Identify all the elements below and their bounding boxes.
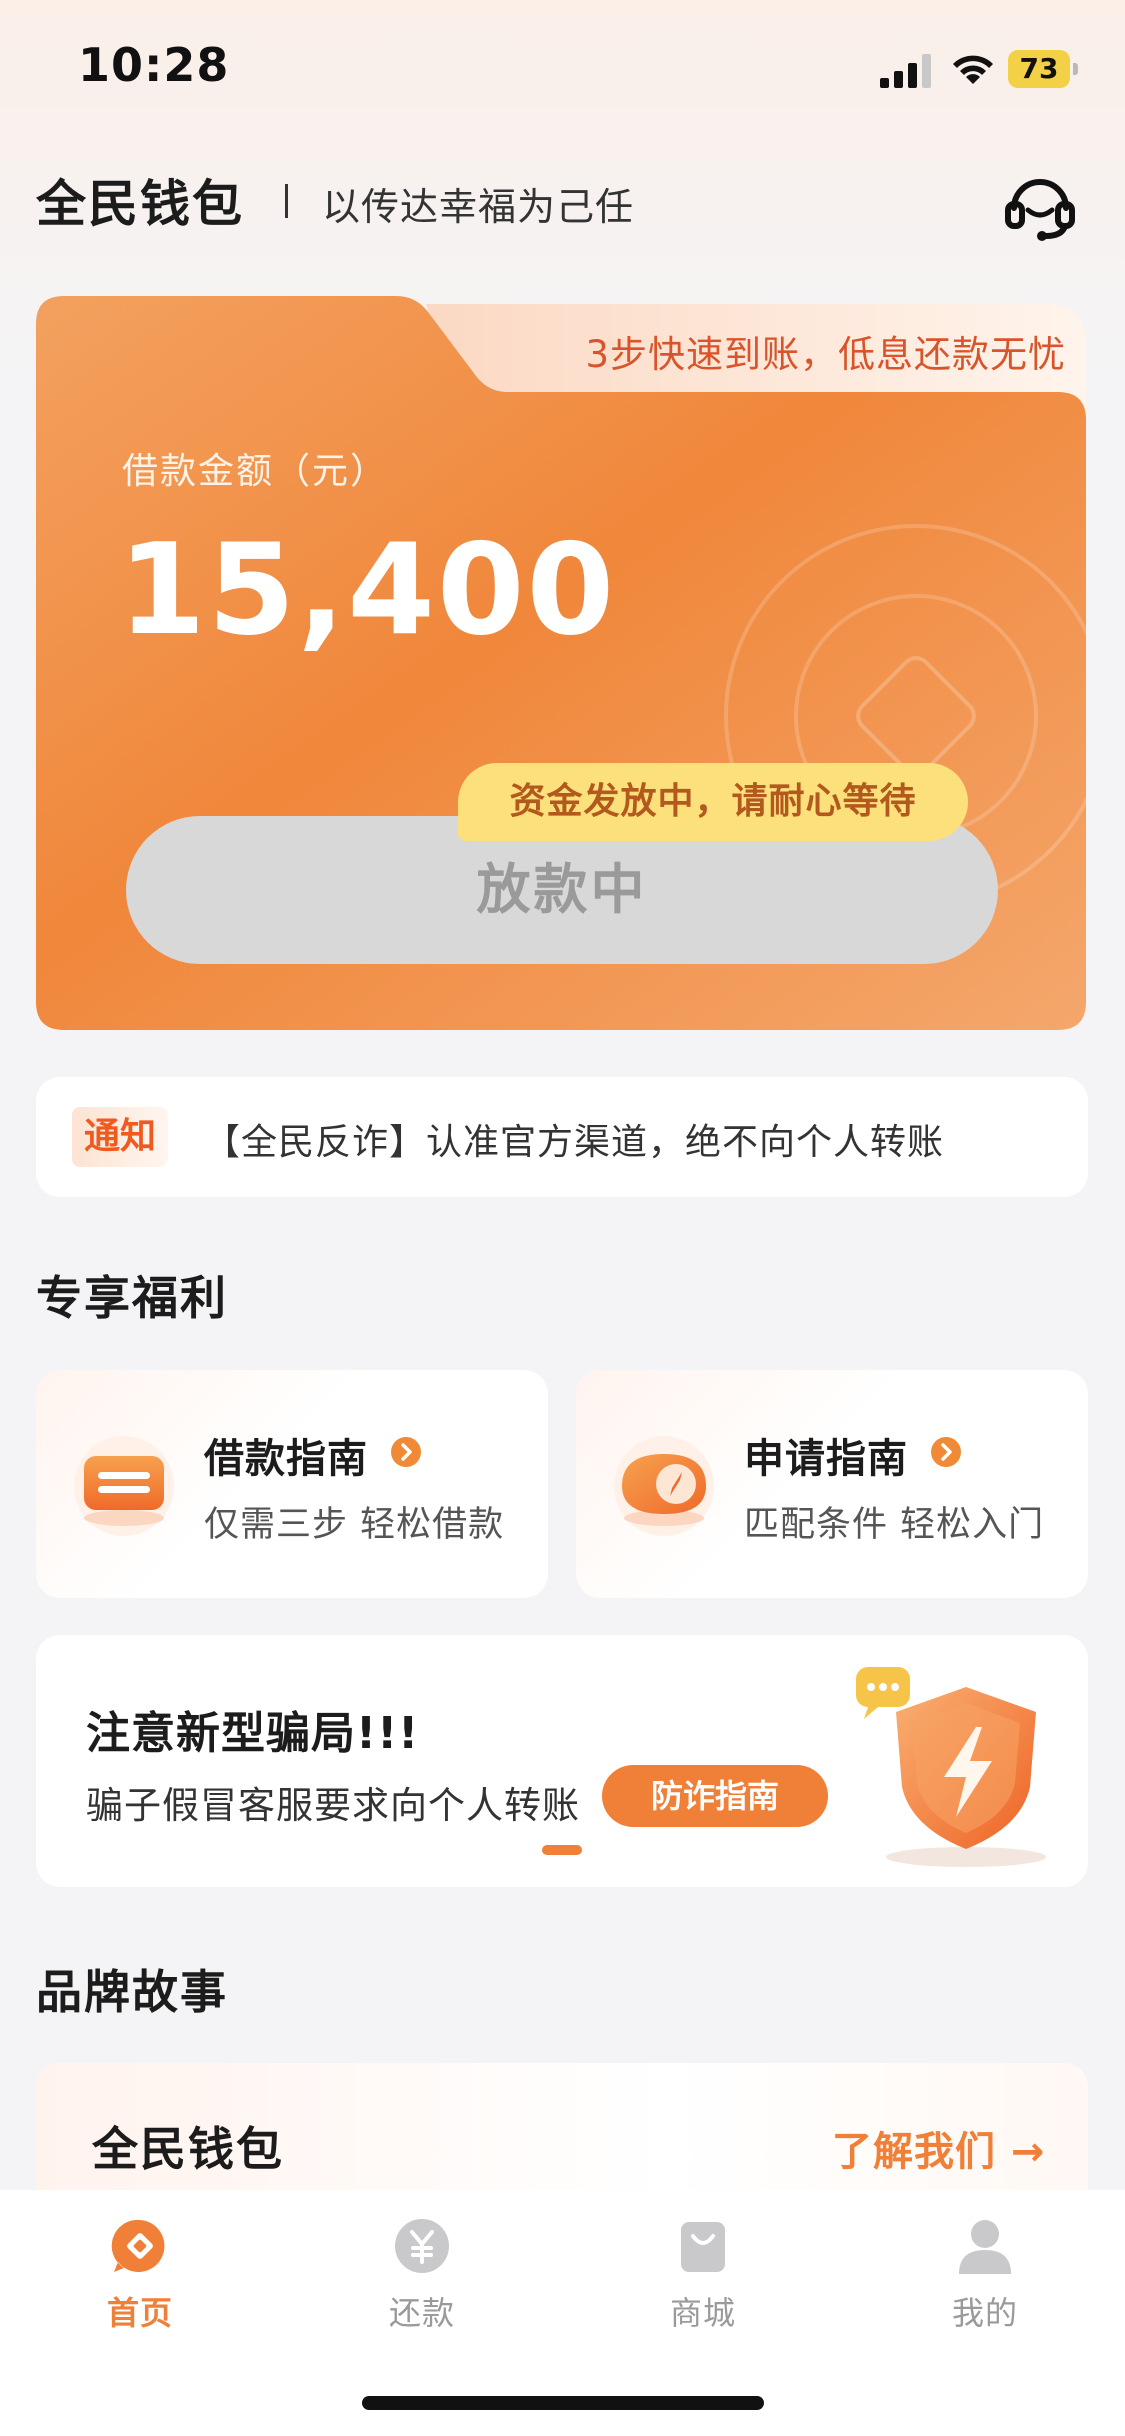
loan-amount-value: 15,400 — [118, 516, 617, 663]
customer-service-headset-icon[interactable] — [1002, 168, 1078, 244]
fraud-warning-title: 注意新型骗局!!! — [86, 1708, 420, 1759]
user-icon — [959, 2220, 1011, 2274]
loan-guide-title: 借款指南 — [204, 1436, 368, 1482]
banner-pagination-indicator — [542, 1845, 582, 1855]
wifi-icon — [953, 55, 993, 84]
chevron-right-circle-icon — [931, 1437, 961, 1467]
fraud-warning-text: 骗子假冒客服要求向个人转账 — [86, 1784, 580, 1827]
loan-guide-card[interactable]: 借款指南 仅需三步 轻松借款 — [36, 1370, 548, 1598]
apply-guide-card[interactable]: 申请指南 匹配条件 轻松入门 — [576, 1370, 1088, 1598]
about-us-link[interactable]: 了解我们 → — [832, 2119, 1045, 2177]
status-time: 10:28 — [78, 38, 230, 92]
anti-fraud-guide-button[interactable]: 防诈指南 — [602, 1765, 828, 1827]
tab-mine[interactable]: 我的 — [885, 2216, 1085, 2336]
card-promo-tag: 3步快速到账，低息还款无忧 — [585, 333, 1066, 376]
brand-name: 全民钱包 — [36, 175, 244, 233]
tab-mine-label: 我的 — [951, 2294, 1018, 2332]
loan-guide-subtitle: 仅需三步 轻松借款 — [204, 1505, 505, 1545]
notice-tag: 通知 — [72, 1107, 168, 1167]
tab-mall-label: 商城 — [669, 2294, 736, 2332]
shield-lightning-icon — [856, 1667, 1046, 1867]
tab-repay[interactable]: 还款 — [322, 2216, 522, 2336]
status-bar: 10:28 73 — [0, 0, 1125, 135]
brand-story-section-title: 品牌故事 — [36, 1965, 228, 2019]
tab-home[interactable]: 首页 — [40, 2216, 240, 2336]
apply-guide-title: 申请指南 — [744, 1436, 908, 1482]
home-icon — [111, 2219, 165, 2272]
ticket-icon — [74, 1436, 174, 1536]
fraud-warning-banner[interactable]: 注意新型骗局!!! 骗子假冒客服要求向个人转账 防诈指南 — [36, 1635, 1088, 1887]
disbursing-tip-bubble: 资金发放中，请耐心等待 — [458, 763, 968, 841]
apply-guide-subtitle: 匹配条件 轻松入门 — [744, 1505, 1045, 1545]
cellular-signal-icon — [880, 54, 931, 88]
notice-bar[interactable]: 通知 【全民反诈】认准官方渠道，绝不向个人转账 — [36, 1077, 1088, 1197]
app-header: 全民钱包 以传达幸福为己任 — [0, 160, 1125, 241]
brand-story-card-title: 全民钱包 — [92, 2122, 284, 2176]
yuan-icon — [395, 2219, 449, 2273]
header-divider — [285, 184, 288, 218]
notice-text: 【全民反诈】认准官方渠道，绝不向个人转账 — [204, 1122, 945, 1163]
loan-amount-label: 借款金额（元） — [122, 451, 389, 492]
welfare-section-title: 专享福利 — [36, 1271, 228, 1325]
chevron-right-circle-icon — [391, 1437, 421, 1467]
battery-icon: 73 — [1008, 50, 1080, 88]
loan-amount-card: 3步快速到账，低息还款无忧 借款金额（元） 15,400 放款中 资金发放中，请… — [36, 296, 1086, 1030]
tab-mall[interactable]: 商城 — [603, 2216, 803, 2336]
shopping-bag-icon — [681, 2222, 725, 2272]
home-indicator — [362, 2396, 764, 2410]
tab-home-label: 首页 — [106, 2294, 173, 2332]
tab-repay-label: 还款 — [388, 2294, 455, 2332]
brand-slogan: 以传达幸福为己任 — [322, 185, 635, 229]
app-screen: 10:28 73 全民钱包 以传达幸福为己任 3步快速到账，低息还款无忧 借款金… — [0, 0, 1125, 2436]
compass-icon — [614, 1436, 714, 1536]
battery-level: 73 — [1019, 52, 1059, 85]
